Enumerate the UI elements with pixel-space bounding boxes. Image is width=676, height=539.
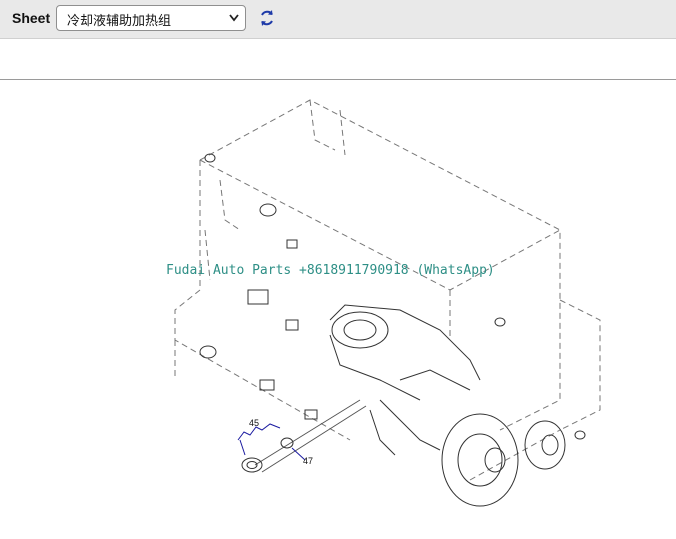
sheet-select-value: 冷却液辅助加热组: [67, 14, 172, 29]
parts-diagram-canvas: Fudai Auto Parts +8618911790918 (WhatsAp…: [0, 80, 676, 539]
engine-exploded-drawing: [174, 99, 601, 507]
sheet-header-strip: [0, 39, 676, 80]
callout-47: 47: [303, 456, 314, 466]
toolbar: Sheet 冷却液辅助加热组: [0, 0, 676, 39]
callout-45: 45: [249, 418, 260, 428]
watermark-text: Fudai Auto Parts +8618911790918 (WhatsAp…: [166, 263, 495, 278]
sheet-label: Sheet: [12, 10, 51, 26]
chevron-down-icon: [229, 14, 239, 22]
refresh-icon[interactable]: [258, 9, 276, 27]
sheet-select[interactable]: 冷却液辅助加热组: [56, 5, 246, 31]
